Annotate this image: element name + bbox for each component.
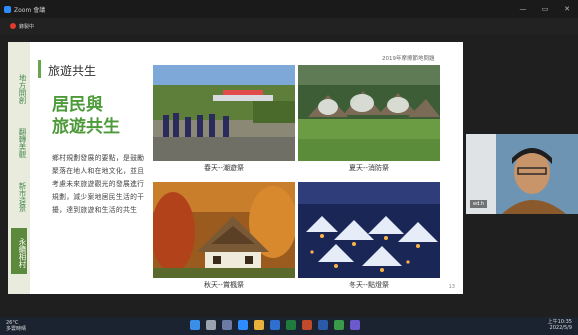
weather-desc: 多雲時晴 [6,326,27,332]
zoom-app-icon [4,5,11,13]
slide-year-label: 2019年摩擦節地問題 [382,56,435,62]
side-tab-2: 翻轉美觀 [18,128,27,158]
caption-autumn: 秋天--賞楓祭 [203,281,245,289]
close-button[interactable]: ✕ [556,5,578,13]
slide-heading: 居民與 旅遊共生 [52,94,152,138]
window-title: Zoom 會議 [14,6,46,14]
weather-widget[interactable]: 26°C 多雲時晴 [6,320,26,332]
shared-slide: 地方開創 翻轉美觀 新市遠景 永續相村 旅遊共生 2019年摩擦節地問題 居民與… [8,42,463,294]
slide-title: 旅遊共生 [48,64,97,78]
heading-line-1: 居民與 [52,95,103,115]
photo-autumn [153,182,295,278]
maximize-button[interactable]: ▭ [534,5,556,13]
side-tab-1: 地方開創 [18,74,27,104]
zoom-taskbar-icon[interactable] [238,320,248,330]
system-tray-clock[interactable]: 上午10:35 2022/5/9 [548,319,572,331]
recording-indicator-bar: 錄製中 [0,18,578,34]
word-icon[interactable] [318,320,328,330]
edge-browser-icon[interactable] [270,320,280,330]
photo-winter [298,182,440,278]
slide-page-number: 13 [448,284,455,290]
file-explorer-icon[interactable] [254,320,264,330]
search-icon[interactable] [206,320,216,330]
start-menu-icon[interactable] [190,320,200,330]
photo-spring [153,65,295,161]
excel-icon[interactable] [286,320,296,330]
windows-taskbar: 26°C 多雲時晴 上午10:35 2022/5/9 [0,317,578,335]
powerpoint-icon[interactable] [302,320,312,330]
minimize-button[interactable]: — [512,5,534,13]
side-tab-4-active: 永續相村 [11,228,27,274]
record-icon [10,23,16,29]
line-icon[interactable] [334,320,344,330]
recording-label: 錄製中 [19,23,35,30]
photo-summer [298,65,440,161]
participant-video[interactable]: ed.h [466,134,578,214]
caption-summer: 夏天--消防祭 [348,164,390,172]
taskbar-app-icons [190,320,360,330]
slide-body-text: 鄉村規劃發展的要點，是鼓勵聚落在地人和在地文化，並且考慮未來旅遊觀光的發展進行規… [52,154,145,214]
slide-side-nav: 地方開創 翻轉美觀 新市遠景 永續相村 [8,42,30,294]
teams-icon[interactable] [350,320,360,330]
window-title-bar: Zoom 會議 — ▭ ✕ [0,0,578,18]
task-view-icon[interactable] [222,320,232,330]
caption-spring: 春天--潮遊祭 [203,164,245,172]
caption-winter: 冬天--點燈祭 [348,281,390,289]
clock-date: 2022/5/9 [549,325,572,331]
heading-line-2: 旅遊共生 [52,117,120,137]
side-tab-3: 新市遠景 [18,182,27,212]
slide-title-accent [38,60,41,78]
participant-name: ed.h [470,200,488,208]
